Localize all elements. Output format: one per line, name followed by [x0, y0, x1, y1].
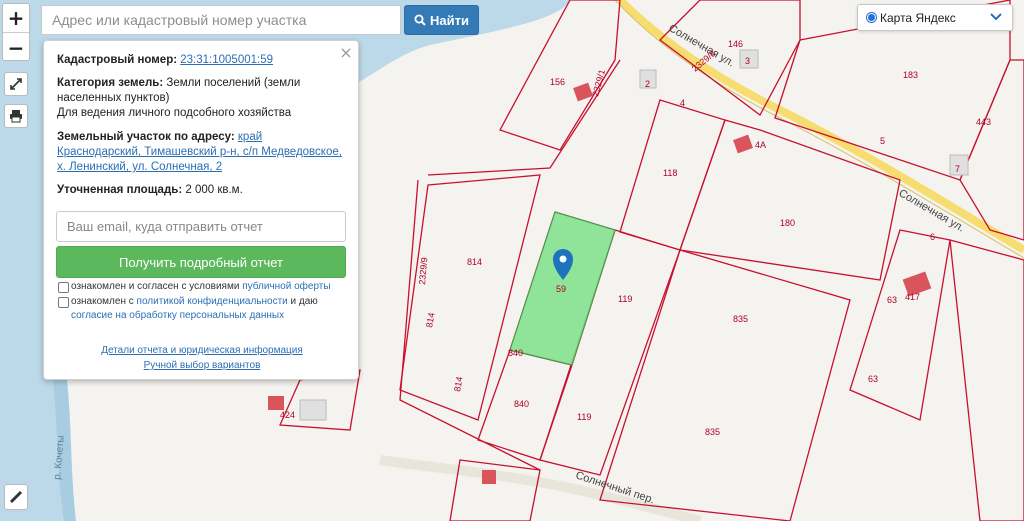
parcel-label: 417 — [905, 292, 920, 302]
parcel-label: 63 — [887, 295, 897, 305]
zoom-in-button[interactable]: + — [3, 4, 29, 33]
area-label: Уточненная площадь: — [57, 184, 183, 196]
parcel-label: 443 — [976, 117, 991, 127]
email-field[interactable] — [56, 211, 346, 242]
privacy-consent-rest: и даю — [290, 296, 318, 307]
expand-icon — [10, 78, 22, 90]
fullscreen-button[interactable] — [4, 72, 28, 96]
category-label: Категория земель: — [57, 77, 164, 89]
parcel-label: 118 — [663, 168, 677, 178]
report-details-link[interactable]: Детали отчета и юридическая информация — [101, 345, 303, 356]
parcel-label: 119 — [618, 294, 632, 304]
parcel-label: 180 — [780, 218, 795, 228]
privacy-consent-text: ознакомлен с политикой конфиденциальност… — [71, 295, 351, 323]
category-row: Категория земель: Земли поселений (земли… — [57, 76, 349, 121]
printer-icon — [10, 110, 22, 123]
ruler-icon — [9, 490, 23, 504]
parcel-label: 835 — [705, 427, 720, 437]
map-type-select[interactable]: Карта Яндекс — [857, 4, 1013, 31]
privacy-consent-checkbox[interactable] — [58, 297, 69, 308]
cadastral-row: Кадастровый номер: 23:31:1005001:59 — [57, 53, 349, 68]
parcel-label: 183 — [903, 70, 918, 80]
address-row: Земельный участок по адресу: край Красно… — [57, 130, 349, 175]
offer-consent-text: ознакомлен и согласен с условиями публич… — [71, 280, 351, 294]
map-type-label: Карта Яндекс — [880, 10, 956, 25]
parcel-label: 2 — [645, 79, 650, 89]
public-offer-link[interactable]: публичной оферты — [242, 281, 330, 292]
parcel-label: 840 — [514, 399, 529, 409]
cadastral-number-link[interactable]: 23:31:1005001:59 — [180, 54, 273, 66]
category-use: Для ведения личного подсобного хозяйства — [57, 107, 292, 119]
parcel-label: 63 — [868, 374, 878, 384]
search-input[interactable] — [42, 6, 400, 34]
search-icon — [414, 14, 426, 26]
parcel-label: 4А — [755, 140, 766, 150]
search-button[interactable]: Найти — [404, 5, 479, 35]
ruler-button[interactable] — [4, 484, 28, 510]
search-button-label: Найти — [430, 12, 469, 28]
parcel-label: 146 — [728, 39, 743, 49]
parcel-info-popup: × Кадастровый номер: 23:31:1005001:59 Ка… — [43, 40, 359, 380]
parcel-label: 59 — [556, 284, 566, 294]
parcel-label: 840 — [508, 348, 523, 358]
area-value: 2 000 кв.м. — [185, 184, 243, 196]
parcel-label: 814 — [467, 257, 482, 267]
area-row: Уточненная площадь: 2 000 кв.м. — [57, 183, 349, 198]
address-label: Земельный участок по адресу: — [57, 131, 235, 143]
parcel-label: 835 — [733, 314, 748, 324]
zoom-out-button[interactable]: − — [3, 33, 29, 62]
offer-consent-label: ознакомлен и согласен с условиями — [71, 281, 240, 292]
cadastral-label: Кадастровый номер: — [57, 54, 178, 66]
parcel-label: 6 — [930, 232, 935, 242]
privacy-consent-label: ознакомлен с — [71, 296, 134, 307]
print-button[interactable] — [4, 104, 28, 128]
radio-icon — [866, 12, 877, 23]
parcel-label: 156 — [550, 77, 565, 87]
get-report-button[interactable]: Получить подробный отчет — [56, 246, 346, 278]
personal-data-link[interactable]: согласие на обработку персональных данны… — [71, 310, 284, 321]
offer-consent-checkbox[interactable] — [58, 282, 69, 293]
privacy-policy-link[interactable]: политикой конфиденциальности — [137, 296, 288, 307]
search-box — [41, 5, 401, 35]
parcel-label: 3 — [745, 56, 750, 66]
zoom-control: + − — [2, 3, 30, 61]
parcel-label: 424 — [280, 410, 295, 420]
parcel-label: 4 — [680, 98, 685, 108]
chevron-down-icon — [990, 13, 1002, 21]
parcel-label: 119 — [577, 412, 591, 422]
parcel-label: 7 — [955, 164, 960, 174]
manual-selection-link[interactable]: Ручной выбор вариантов — [144, 360, 261, 371]
parcel-label: 5 — [880, 136, 885, 146]
